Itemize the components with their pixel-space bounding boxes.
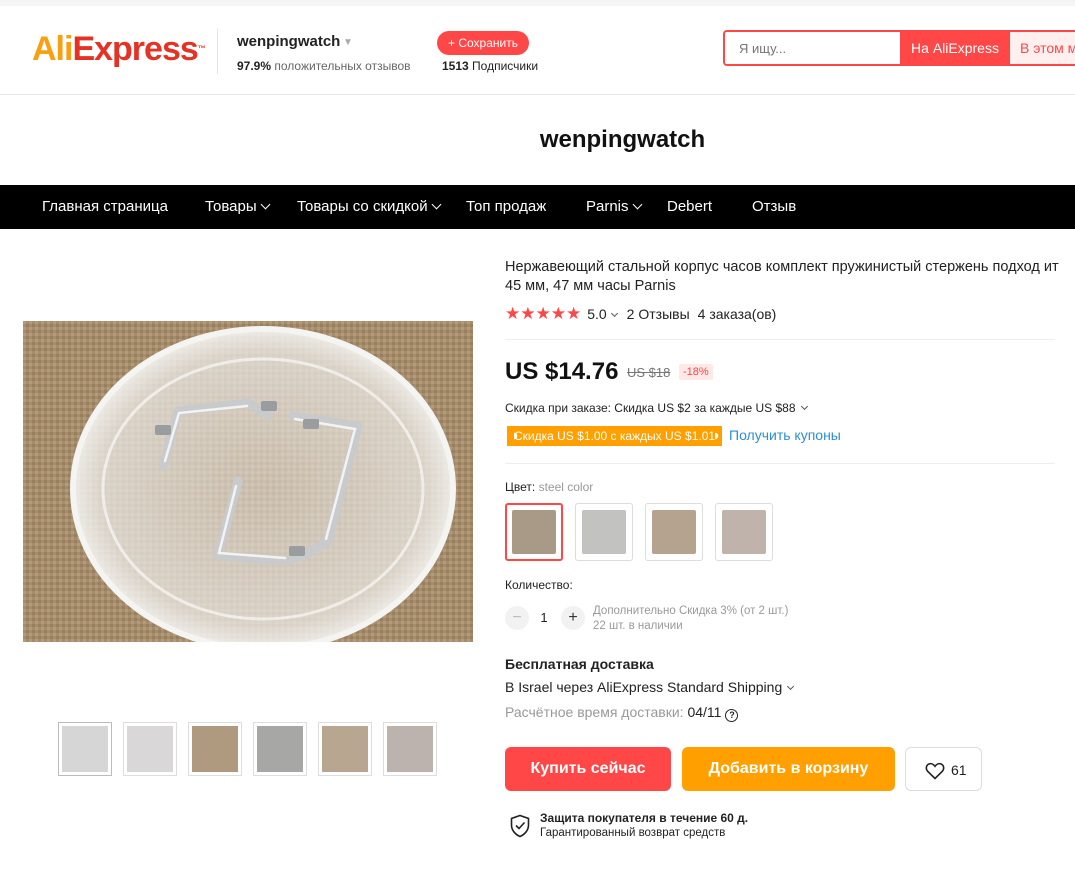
rating-row: ★★★★★ 5.0 2 Отзывы 4 заказа(ов) [505,304,776,324]
heart-icon [925,762,945,780]
thumbnail[interactable] [123,722,177,776]
thumbnail[interactable] [253,722,307,776]
chevron-down-icon [800,402,808,411]
store-name[interactable]: wenpingwatch [237,33,340,50]
chevron-down-icon [610,309,618,318]
product-photo [23,321,473,642]
buyer-protection-subtitle: Гарантированный возврат средств [540,827,726,839]
nav-feedback[interactable]: Отзыв [752,185,796,229]
shipping-title: Бесплатная доставка [505,656,654,672]
buyer-protection-title: Защита покупателя в течение 60 д. [540,811,749,825]
search-bar: На AliExpress В этом м [723,30,1075,66]
search-store-button[interactable]: В этом м [1010,32,1075,64]
color-label: Цвет: steel color [505,480,594,494]
store-nav: Главная страница Товары Товары со скидко… [0,185,1075,229]
quantity-value[interactable]: 1 [533,610,555,625]
help-icon[interactable]: ? [725,709,739,722]
top-strip [0,0,1075,6]
search-aliexpress-button[interactable]: На AliExpress [900,32,1010,64]
aliexpress-logo[interactable]: AliExpress™ [32,30,206,68]
chevron-down-icon [787,682,795,691]
nav-sale-products[interactable]: Товары со скидкой [297,185,442,229]
product-title: Нержавеющий стальной корпус часов компле… [505,259,1059,294]
star-rating-icon: ★★★★★ [505,304,582,323]
quantity-increase-button[interactable]: + [561,606,585,630]
shipping-route[interactable]: В Israel через AliExpress Standard Shipp… [505,679,795,695]
nav-debert[interactable]: Debert [667,185,712,229]
chevron-down-icon [431,199,442,210]
follow-button[interactable]: + Сохранить [437,31,529,55]
store-title: wenpingwatch [539,126,706,153]
coupon-tag[interactable]: Скидка US $1.00 с каждых US $1.01 [507,426,723,446]
nav-products[interactable]: Товары [205,185,271,229]
nav-parnis[interactable]: Parnis [586,185,642,229]
divider [505,463,1055,464]
current-price: US $14.76 [505,358,619,385]
rating-value[interactable]: 5.0 [587,306,618,322]
orders-count: 4 заказа(ов) [697,306,777,322]
followers-count: 1513 Подписчики [442,59,539,73]
color-swatch[interactable] [575,503,633,561]
caret-down-icon[interactable]: ▼ [343,37,353,48]
reviews-link[interactable]: 2 Отзывы [627,306,690,322]
product-main-image[interactable] [23,321,473,642]
wishlist-count: 61 [951,762,967,778]
color-swatch[interactable] [715,503,773,561]
get-coupons-link[interactable]: Получить купоны [729,427,841,443]
discount-badge: -18% [679,364,713,380]
search-input[interactable] [725,32,900,64]
buy-now-button[interactable]: Купить сейчас [505,747,671,791]
shield-icon [510,814,530,838]
store-rating: 97.9% положительных отзывов [237,59,411,73]
add-to-cart-button[interactable]: Добавить в корзину [682,747,895,791]
quantity-decrease-button[interactable]: − [505,606,529,630]
color-swatch[interactable] [645,503,703,561]
thumbnail[interactable] [58,722,112,776]
wishlist-button[interactable]: 61 [905,747,982,791]
header-divider [217,28,218,74]
quantity-info: Дополнительно Скидка 3% (от 2 шт.) 22 шт… [593,605,789,632]
thumbnail[interactable] [318,722,372,776]
divider [505,339,1055,340]
color-swatch[interactable] [505,503,563,561]
order-discount[interactable]: Скидка при заказе: Скидка US $2 за кажды… [505,401,808,415]
thumbnail[interactable] [383,722,437,776]
nav-home[interactable]: Главная страница [42,185,168,229]
original-price: US $18 [627,365,671,380]
chevron-down-icon [632,199,642,210]
nav-top-selling[interactable]: Топ продаж [466,185,546,229]
delivery-estimate: Расчётное время доставки: 04/11? [505,704,739,722]
quantity-label: Количество: [505,578,573,592]
store-header: AliExpress™ wenpingwatch ▼ 97.9% положит… [0,0,1075,95]
chevron-down-icon [260,199,271,210]
thumbnail[interactable] [188,722,242,776]
